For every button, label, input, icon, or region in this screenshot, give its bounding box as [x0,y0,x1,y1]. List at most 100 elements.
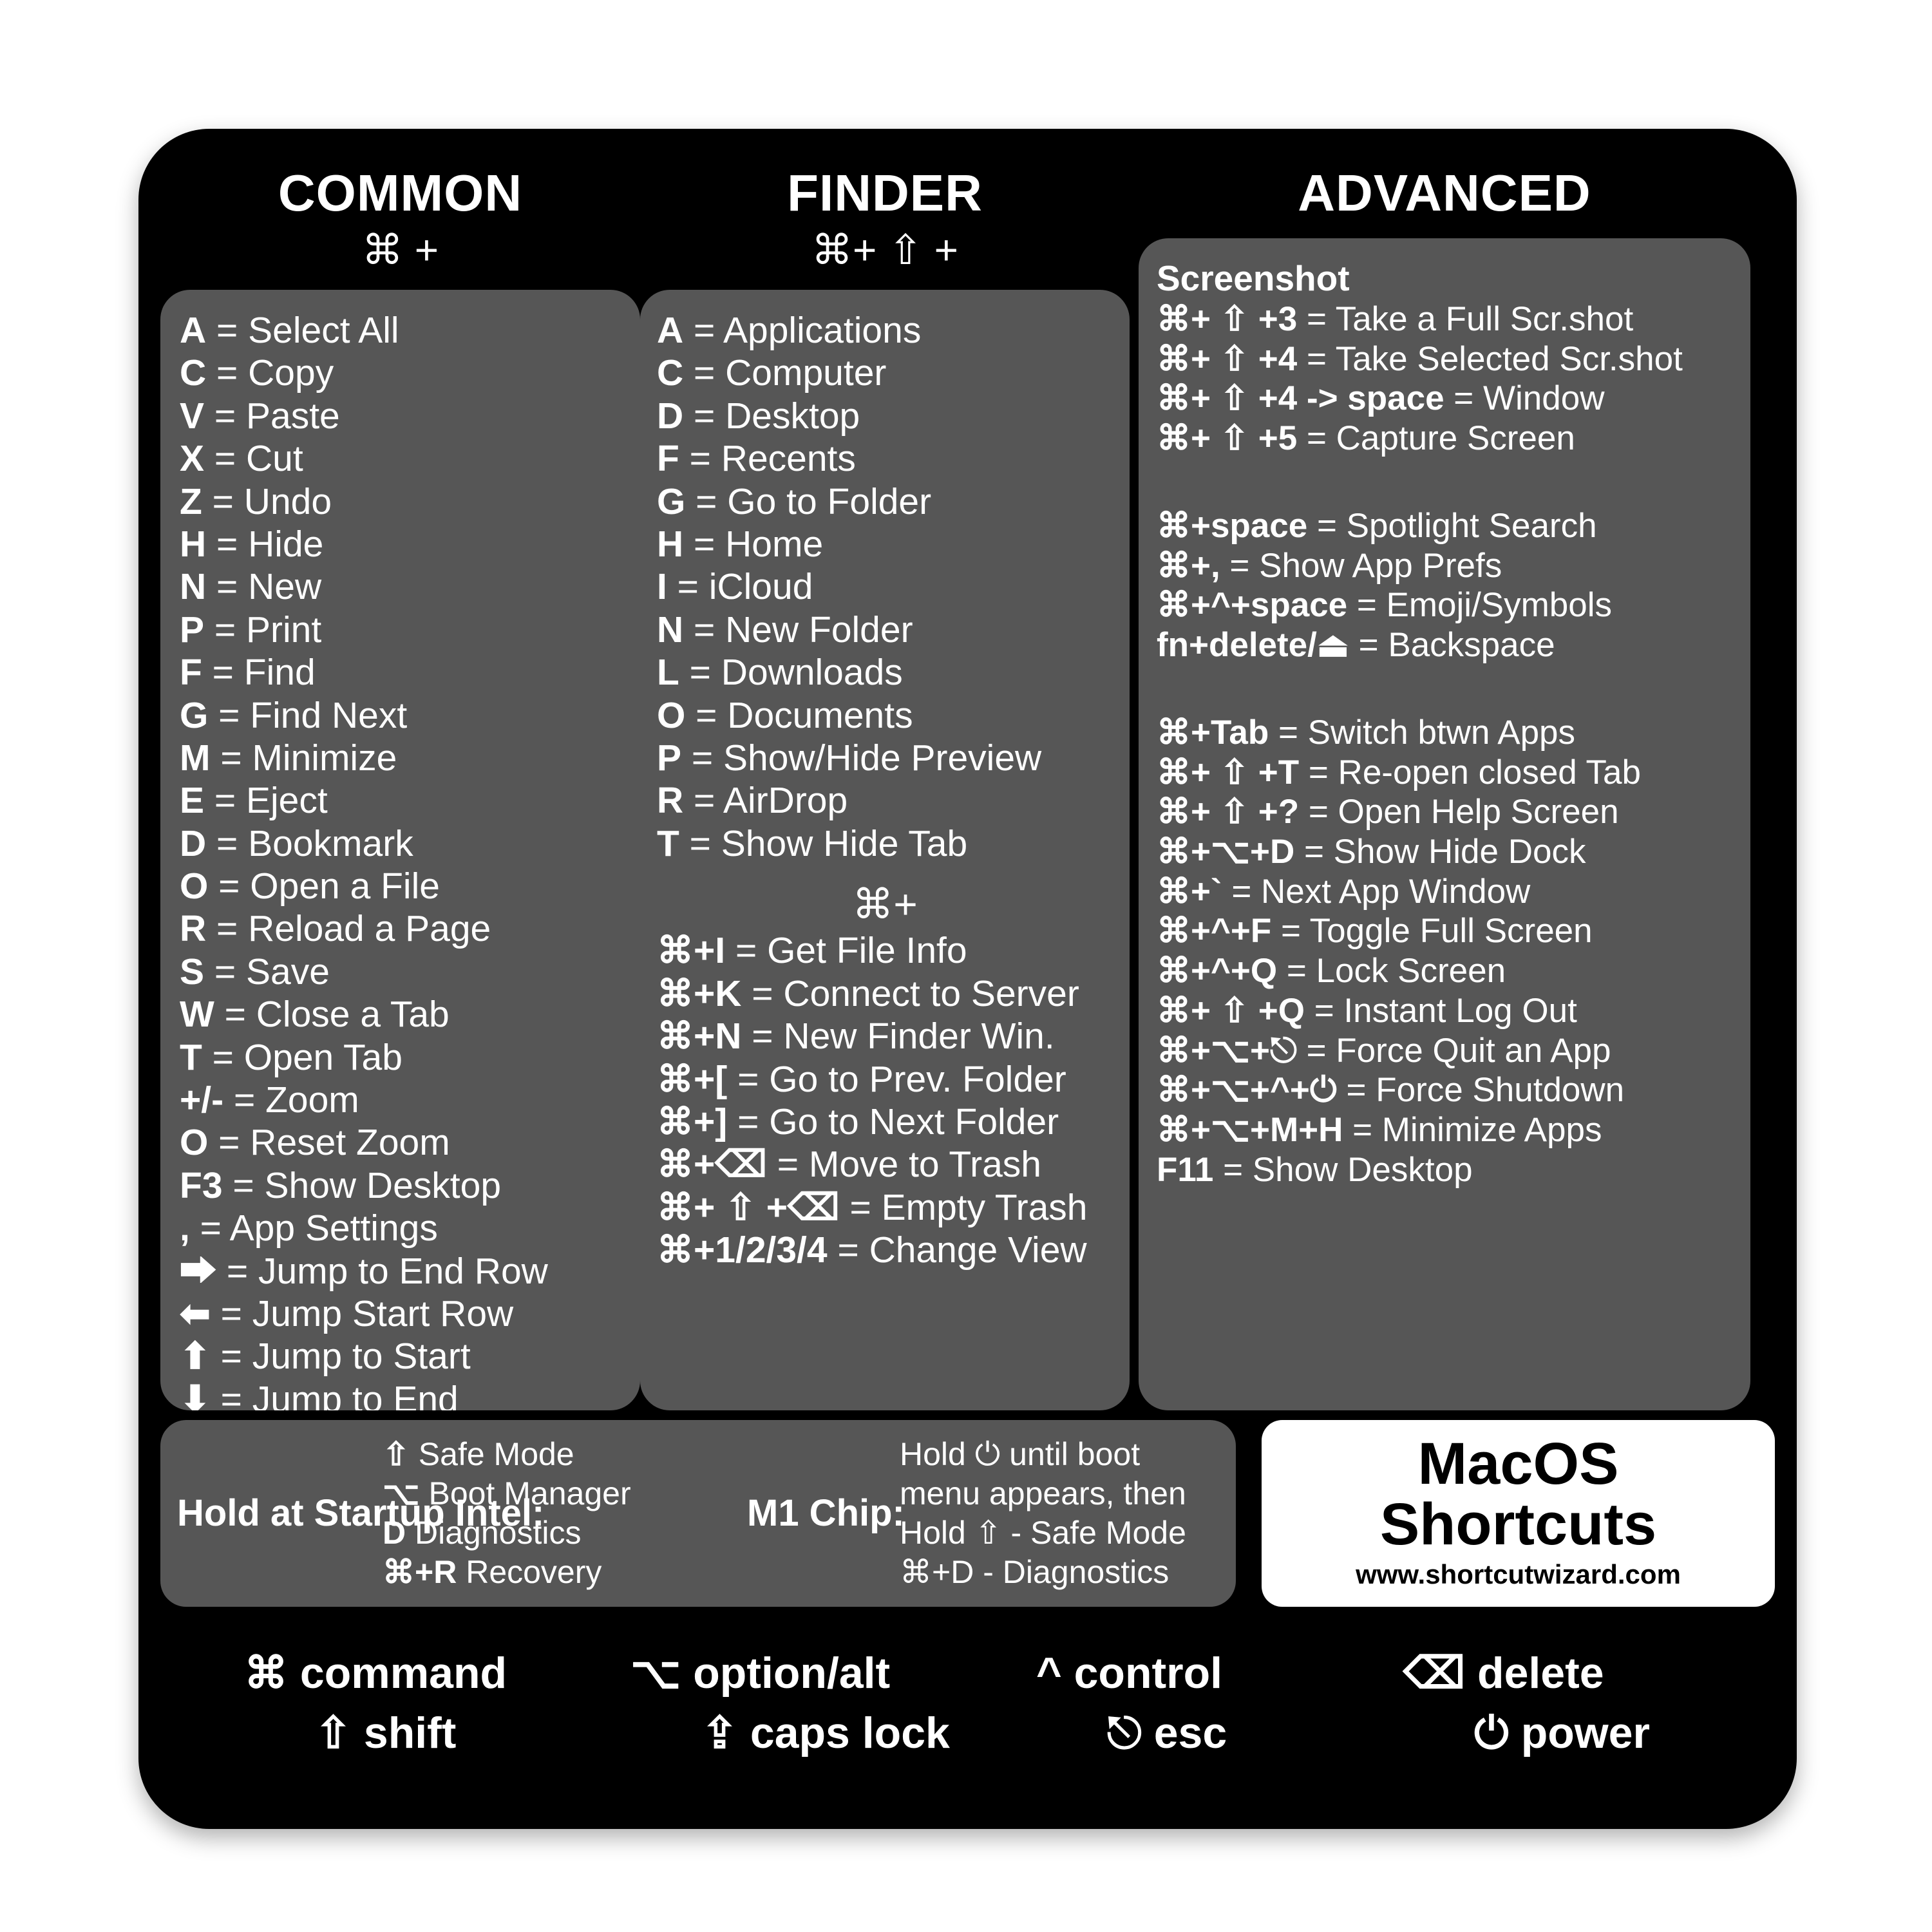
shortcut-key: ⌘+I [657,930,726,972]
shortcut-desc: = Undo [202,480,332,522]
shortcut-row: fn+delete/⏏ = Backspace [1157,625,1734,665]
shortcut-row: ⌘+ ⇧ +3 = Take a Full Scr.shot [1157,299,1734,339]
startup-intel-desc: Recovery [457,1554,602,1590]
shortcut-row: +/- = Zoom [180,1079,623,1121]
startup-m1-row: Hold ⏻ until boot [900,1436,1141,1472]
legend-item: ⇧ shift [315,1708,701,1759]
shortcut-key: ⌘+1/2/3/4 [657,1229,828,1271]
shortcut-key: N [657,609,684,650]
shortcut-key: H [180,523,207,565]
shortcut-desc: = iCloud [667,566,813,608]
shortcut-row: ⌘+⌥+D = Show Hide Dock [1157,832,1734,872]
shortcut-row: D = Desktop [657,395,1113,437]
shortcut-desc: = Print [204,609,322,650]
shortcut-desc: = New [206,566,322,608]
shortcut-key: ⌘+N [657,1016,742,1057]
legend-label: delete [1465,1648,1604,1698]
shortcut-desc: = Move to Trash [766,1144,1041,1186]
shortcut-desc: = Window [1444,379,1605,418]
shortcut-row: N = New [180,565,623,608]
shortcut-row: ⌘+I = Get File Info [657,929,1113,972]
legend-symbol-icon: ⇪ [701,1709,738,1757]
startup-intel-key: ⌘+R [383,1554,457,1590]
shortcut-row: ⌘+⌥+M+H = Minimize Apps [1157,1110,1734,1150]
shortcut-key: ⌘+⌥+⎋ [1157,1031,1297,1070]
shortcut-key: ⬆ [180,1336,211,1378]
legend-item: ⏻ power [1474,1708,1796,1759]
panel-finder: A = Applications C = Computer D = Desktop F… [640,290,1130,1410]
shortcut-desc: = Emoji/Symbols [1347,586,1613,625]
shortcut-row: ⌘+⌥+⎋ = Force Quit an App [1157,1031,1734,1071]
shortcut-desc: = Reset Zoom [208,1122,450,1164]
shortcut-key: ⌘+[ [657,1058,728,1100]
shortcut-row: ⌘+ ⇧ +? = Open Help Screen [1157,792,1734,832]
shortcut-desc: = Force Quit an App [1296,1031,1611,1070]
shortcut-key: ⌘+⌥+M+H [1157,1111,1343,1150]
brand-line-2: Shortcuts [1379,1492,1657,1557]
column-subtitle-common: ⌘ + [361,227,439,273]
brand-logo-box[interactable]: MacOS Shortcuts www.shortcutwizard.com [1262,1420,1775,1607]
shortcut-row: ⌘+^+Q = Lock Screen [1157,951,1734,991]
shortcut-row: Z = Undo [180,480,623,523]
shortcut-key: R [657,780,684,822]
shortcut-desc: = AirDrop [683,780,848,822]
column-advanced: ADVANCED Screenshot ⌘+ ⇧ +3 = Take a Ful… [1139,167,1750,1410]
shortcut-row: O = Documents [657,694,1113,737]
shortcut-key: ⌘+⌥+^+⏻ [1157,1071,1337,1110]
startup-intel-row: ⇧ Safe Mode [383,1435,743,1474]
shortcut-row: X = Cut [180,437,623,480]
shortcut-key: P [657,737,682,779]
shortcut-desc: = Spotlight Search [1307,506,1597,545]
shortcut-desc: = Minimize Apps [1343,1111,1602,1150]
shortcut-row: ⌘+ ⇧ +5 = Capture Screen [1157,419,1734,459]
shortcut-desc: = Switch btwn Apps [1269,713,1576,752]
legend-label: control [1061,1649,1223,1698]
shortcut-row: E = Eject [180,779,623,822]
shortcut-desc: = Show Desktop [1213,1150,1473,1189]
shortcut-row: ⌘+Tab = Switch btwn Apps [1157,713,1734,753]
shortcut-key: O [180,866,209,907]
startup-m1-row: menu appears, then [900,1475,1186,1511]
startup-intel-key: ⇧ [383,1436,410,1472]
shortcut-row: D = Bookmark [180,822,623,865]
shortcut-row: ⬆ = Jump to Start [180,1335,623,1378]
shortcut-key: L [657,652,679,694]
shortcut-key: ⌘+ ⇧ +5 [1157,419,1298,458]
startup-intel-key: ⌥ [383,1475,420,1511]
column-title-common: COMMON [278,164,523,222]
advanced-section-title: Screenshot [1157,258,1350,298]
legend-label: power [1508,1708,1650,1757]
legend-symbol-icon: ⇧ [315,1709,352,1757]
startup-intel-row: ⌥ Boot Manager [383,1474,743,1513]
finder-mid-symbol: ⌘+ [852,881,918,928]
startup-intel-desc: Diagnostics [406,1515,582,1551]
shortcut-key: F [657,438,679,480]
legend-label: esc [1141,1708,1227,1757]
shortcut-desc: = Go to Next Folder [727,1101,1059,1143]
shortcut-row: W = Close a Tab [180,993,623,1036]
shortcut-key: M [180,737,211,779]
shortcut-desc: = Show App Prefs [1220,546,1502,585]
shortcut-key: A [657,310,684,351]
brand-url[interactable]: www.shortcutwizard.com [1356,1559,1681,1590]
shortcut-row: ⌘+` = Next App Window [1157,872,1734,912]
legend-row-1: ⌘ command ⌥ option/alt ^ control ⌫ delete [167,1648,1768,1699]
shortcut-row: F = Find [180,651,623,694]
shortcut-row: ⌘+1/2/3/4 = Change View [657,1229,1113,1271]
shortcut-key: ⌘+` [1157,872,1222,911]
shortcut-desc: = Get File Info [725,930,967,972]
shortcut-key: ⌘+ ⇧ +Q [1157,991,1305,1030]
shortcut-key: E [180,780,205,822]
shortcut-row: ⬇ = Jump to End [180,1378,623,1410]
shortcut-desc: = Find Next [208,694,408,736]
shortcut-key: +/- [180,1079,224,1121]
columns-container: COMMON ⌘ + A = Select All C = Copy V = Pas… [138,129,1797,1410]
startup-panel: Hold at Startup Intel: ⇧ Safe Mode ⌥ Boot… [160,1420,1236,1607]
shortcut-row: ⌘+ ⇧ +Q = Instant Log Out [1157,991,1734,1031]
shortcut-desc: = Computer [683,352,887,394]
shortcut-desc: = Toggle Full Screen [1271,912,1593,951]
startup-intel-list: ⇧ Safe Mode ⌥ Boot Manager D Diagnostics ⌘+… [383,1435,743,1592]
shortcut-key: C [657,352,684,394]
shortcut-key: G [657,480,686,522]
